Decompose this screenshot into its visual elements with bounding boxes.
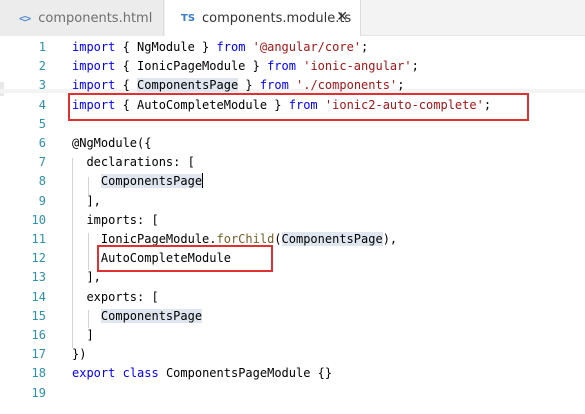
code-token: ; — [411, 59, 419, 74]
code-token: import — [72, 40, 116, 54]
line-number: 18 — [31, 366, 46, 381]
code-text: ] — [72, 326, 94, 345]
code-text: ComponentsPage — [72, 172, 204, 191]
line-number: 2 — [38, 59, 46, 74]
code-token: './components' — [296, 78, 398, 93]
code-token: import — [72, 59, 116, 74]
code-token: ComponentsPage — [100, 308, 203, 323]
close-icon[interactable]: ✕ — [336, 9, 348, 25]
code-text: }) — [72, 345, 86, 364]
line-number: 5 — [38, 116, 46, 131]
line-number: 16 — [31, 328, 46, 342]
code-token: ( — [274, 232, 282, 246]
code-text: exports: [ — [72, 288, 159, 307]
code-token: ; — [361, 40, 369, 54]
code-token: }) — [72, 347, 87, 362]
code-line[interactable]: 7 declarations: [ — [0, 153, 585, 172]
editor-tab-bar: <> components.html TS components.module.… — [0, 0, 585, 36]
code-token: ComponentsPage — [137, 78, 239, 93]
indent-guide — [72, 158, 73, 348]
tab-label: components.module.ts — [202, 10, 352, 26]
code-token: '@angular/core' — [252, 40, 362, 54]
indent-guide — [88, 310, 89, 328]
code-line[interactable]: 16 ] — [0, 326, 585, 345]
line-number: 9 — [38, 193, 46, 208]
code-token: from — [267, 59, 296, 74]
code-token: } — [238, 78, 260, 93]
code-token: ] — [72, 328, 94, 342]
code-text: import { NgModule } from '@angular/core'… — [72, 38, 368, 57]
highlight-box-import — [68, 93, 529, 121]
code-token: ), — [382, 232, 398, 246]
line-number: 1 — [38, 40, 46, 54]
code-token: from — [259, 78, 289, 93]
code-token: 'ionic-angular' — [303, 59, 412, 74]
tab-components-html[interactable]: <> components.html — [0, 0, 164, 36]
code-token: declarations: [ — [72, 155, 195, 170]
code-token: ; — [397, 78, 405, 93]
code-line[interactable]: 6 @NgModule({ — [0, 134, 585, 153]
indent-guide — [88, 233, 89, 270]
code-token: ], — [72, 270, 101, 285]
line-number: 11 — [31, 232, 46, 246]
code-token: ComponentsPageModule {} — [158, 366, 333, 381]
code-text: declarations: [ — [72, 153, 195, 172]
code-text: @NgModule({ — [72, 134, 151, 153]
code-line[interactable]: 13 ], — [0, 268, 585, 287]
indent-guide — [88, 177, 89, 195]
line-number: 8 — [38, 174, 46, 189]
code-line[interactable]: 10 imports: [ — [0, 211, 585, 230]
line-number: 15 — [31, 308, 46, 323]
code-token: @NgModule({ — [72, 136, 152, 150]
code-text: import { IonicPageModule } from 'ionic-a… — [72, 57, 419, 76]
code-token: exports: [ — [72, 289, 159, 304]
line-number: 3 — [38, 78, 46, 93]
line-number: 6 — [38, 136, 46, 150]
code-token: { — [115, 78, 138, 93]
line-number: 12 — [31, 251, 46, 266]
line-number: 10 — [31, 212, 46, 227]
code-token: ComponentsPage — [100, 174, 203, 189]
code-token: { NgModule } — [115, 40, 217, 54]
code-line[interactable]: 19 — [0, 384, 585, 403]
line-number: 17 — [31, 347, 46, 362]
line-number: 4 — [38, 97, 46, 112]
line-number: 19 — [31, 385, 46, 400]
code-text: ComponentsPage — [72, 307, 203, 326]
code-line[interactable]: 14 exports: [ — [0, 288, 585, 307]
code-token: ComponentsPage — [281, 232, 383, 246]
code-token: ], — [72, 193, 101, 208]
line-number: 7 — [38, 155, 46, 170]
code-token: class — [122, 366, 159, 381]
highlight-box-module — [97, 245, 273, 272]
code-token: imports: [ — [72, 212, 159, 227]
code-editor[interactable]: 1 import { NgModule } from '@angular/core… — [0, 36, 585, 414]
code-token: export — [72, 366, 116, 381]
html-file-icon: <> — [19, 11, 31, 25]
code-line[interactable]: 18 export class ComponentsPageModule {} — [0, 364, 585, 383]
code-text: imports: [ — [72, 211, 159, 230]
typescript-file-icon: TS — [181, 12, 196, 24]
text-cursor — [202, 173, 204, 189]
tab-components-module-ts[interactable]: TS components.module.ts ✕ — [165, 0, 361, 36]
code-text: ], — [72, 192, 101, 211]
code-token: IonicPageModule. — [72, 232, 217, 246]
tab-label: components.html — [38, 10, 153, 26]
line-number: 14 — [31, 289, 46, 304]
line-number: 13 — [31, 270, 46, 285]
code-token: { IonicPageModule } — [115, 59, 268, 74]
code-text: export class ComponentsPageModule {} — [72, 364, 332, 383]
code-line[interactable]: 2 import { IonicPageModule } from 'ionic-… — [0, 57, 585, 76]
code-line[interactable]: 1 import { NgModule } from '@angular/core… — [0, 38, 585, 57]
code-token: import — [72, 78, 116, 93]
code-line[interactable]: 17}) — [0, 345, 585, 364]
code-token: from — [216, 40, 246, 54]
code-token: forChild — [216, 232, 275, 246]
